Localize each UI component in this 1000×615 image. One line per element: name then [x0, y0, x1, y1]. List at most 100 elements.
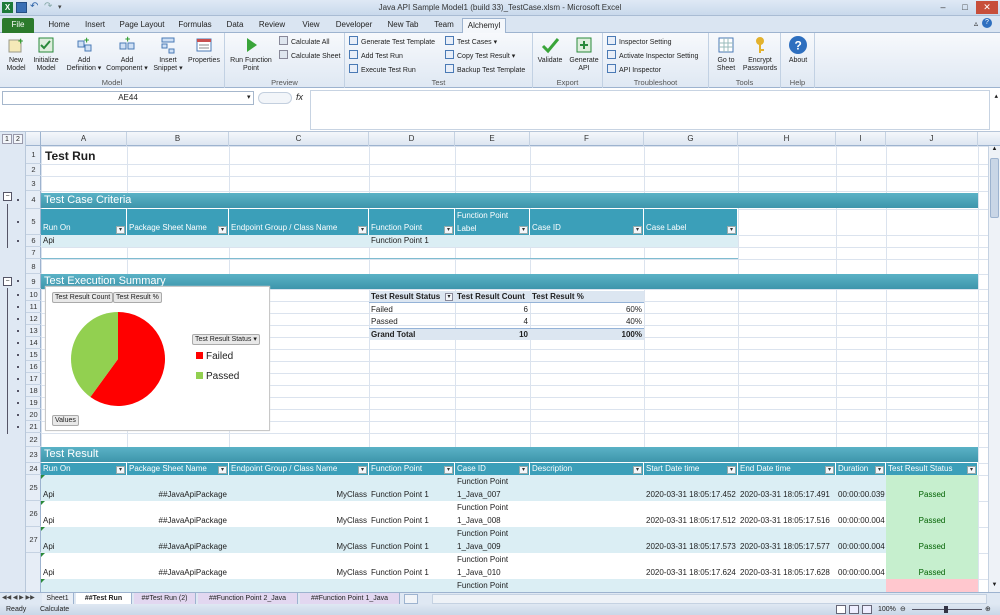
pivot-total-cell[interactable]: 10 — [455, 328, 530, 340]
properties-button[interactable]: Properties — [186, 35, 222, 65]
column-header-d[interactable]: D — [369, 132, 455, 146]
table-cell[interactable]: 2020-03-31 18:05:17.624 — [644, 566, 738, 579]
tab-view[interactable]: View — [294, 18, 328, 33]
table-cell[interactable]: 00:00:00.004 — [836, 514, 886, 527]
table-cell[interactable]: Function Point 1 — [369, 488, 455, 501]
pivot-filter-dropdown-icon[interactable]: ▾ — [445, 293, 453, 301]
page-layout-view-icon[interactable] — [849, 605, 859, 614]
backup-test-template-button[interactable]: Backup Test Template — [445, 64, 525, 76]
row-header-5[interactable]: 5 — [26, 209, 41, 235]
zoom-out-button[interactable]: ⊖ — [900, 604, 906, 615]
tab-file[interactable]: File — [2, 18, 34, 33]
test-cases-button[interactable]: Test Cases ▾ — [445, 36, 497, 48]
row-header-10[interactable]: 10 — [26, 289, 41, 301]
normal-view-icon[interactable] — [836, 605, 846, 614]
table-cell[interactable]: MyClass — [229, 566, 369, 579]
row-header-7[interactable]: 7 — [26, 247, 41, 259]
cell-grid[interactable]: Test Run Test Case Criteria Run On ▾ Packa… — [41, 146, 988, 592]
table-cell[interactable]: 00:00:00.039 — [836, 488, 886, 501]
tab-new-tab[interactable]: New Tab — [380, 18, 426, 33]
table-cell[interactable]: Passed — [886, 527, 978, 553]
case-id-cell[interactable]: Function Point 1_Java_009 — [455, 527, 530, 553]
table-cell[interactable]: 2020-03-31 18:05:17.573 — [644, 540, 738, 553]
tab-team[interactable]: Team — [428, 18, 460, 33]
pivot-cell[interactable]: 6 — [455, 304, 530, 316]
calculate-all-button[interactable]: Calculate All — [279, 36, 330, 48]
filter-dropdown-icon[interactable]: ▾ — [116, 466, 125, 474]
sheet-nav-arrows[interactable]: ◀◀ ◀ ▶ ▶▶ — [2, 593, 35, 604]
criteria-cell[interactable] — [530, 235, 644, 247]
inspector-setting-button[interactable]: Inspector Setting — [607, 36, 672, 48]
row-header-24[interactable]: 24 — [26, 463, 41, 475]
ribbon-minimize-icon[interactable]: ▵ — [974, 19, 978, 28]
column-header-f[interactable]: F — [530, 132, 644, 146]
tab-home[interactable]: Home — [42, 18, 76, 33]
table-cell[interactable]: 2020-03-31 18:05:17.516 — [738, 514, 836, 527]
row-header-26[interactable]: 26 — [26, 501, 41, 527]
row-header-16[interactable]: 16 — [26, 361, 41, 373]
column-header-b[interactable]: B — [127, 132, 229, 146]
row-header-25[interactable]: 25 — [26, 475, 41, 501]
row-header-11[interactable]: 11 — [26, 301, 41, 313]
row-header-21[interactable]: 21 — [26, 421, 41, 433]
table-row[interactable]: Function Point — [41, 579, 978, 592]
status-cell-failed[interactable] — [886, 579, 978, 592]
calculate-sheet-button[interactable]: Calculate Sheet — [279, 50, 340, 62]
tab-insert[interactable]: Insert — [78, 18, 112, 33]
row-header-27[interactable]: 27 — [26, 527, 41, 553]
filter-dropdown-icon[interactable]: ▾ — [519, 226, 528, 234]
execute-test-run-button[interactable]: Execute Test Run — [349, 64, 416, 76]
table-row[interactable]: Api ##JavaApiPackage MyClass Function Point… — [41, 475, 978, 501]
tab-formulas[interactable]: Formulas — [172, 18, 218, 33]
filter-dropdown-icon[interactable]: ▾ — [825, 466, 834, 474]
formula-input[interactable] — [310, 90, 990, 130]
table-cell[interactable]: Function Point 1 — [369, 514, 455, 527]
filter-dropdown-icon[interactable]: ▾ — [633, 466, 642, 474]
values-button[interactable]: Values — [52, 415, 79, 426]
table-cell[interactable]: ##JavaApiPackage — [127, 514, 229, 527]
maximize-button[interactable]: □ — [954, 1, 976, 14]
row-header-1[interactable]: 1 — [26, 146, 41, 164]
row-header-6[interactable]: 6 — [26, 235, 41, 247]
table-cell[interactable]: ##JavaApiPackage — [127, 488, 229, 501]
filter-dropdown-icon[interactable]: ▾ — [727, 466, 736, 474]
table-cell[interactable] — [530, 540, 644, 553]
add-test-run-button[interactable]: Add Test Run — [349, 50, 403, 62]
row-header-8[interactable]: 8 — [26, 259, 41, 274]
case-id-cell[interactable]: Function Point 1_Java_007 — [455, 475, 530, 501]
filter-dropdown-icon[interactable]: ▾ — [633, 226, 642, 234]
pivot-total-cell[interactable]: Grand Total — [369, 328, 455, 340]
table-cell[interactable]: Api — [41, 540, 127, 553]
criteria-cell[interactable]: Api — [41, 235, 127, 247]
scroll-thumb[interactable] — [990, 158, 999, 218]
tab-alchemyl[interactable]: Alchemyl — [462, 18, 506, 33]
filter-dropdown-icon[interactable]: ▾ — [218, 226, 227, 234]
table-cell[interactable]: 2020-03-31 18:05:17.491 — [738, 488, 836, 501]
criteria-cell[interactable] — [455, 235, 530, 247]
filter-dropdown-icon[interactable]: ▾ — [116, 226, 125, 234]
table-cell[interactable]: Function Point 1 — [369, 540, 455, 553]
table-cell[interactable]: Api — [41, 566, 127, 579]
add-component-button[interactable]: + Add Component ▾ — [106, 35, 148, 73]
horizontal-scrollbar[interactable] — [432, 594, 987, 604]
case-id-cell[interactable]: Function Point — [455, 579, 530, 592]
column-header-e[interactable]: E — [455, 132, 530, 146]
pivot-cell[interactable]: 60% — [530, 304, 644, 316]
row-header-20[interactable]: 20 — [26, 409, 41, 421]
add-definition-button[interactable]: + Add Definition ▾ — [64, 35, 104, 73]
select-all-corner[interactable] — [26, 132, 41, 146]
criteria-cell[interactable]: Function Point 1 — [369, 235, 455, 247]
filter-dropdown-icon[interactable]: ▾ — [358, 466, 367, 474]
table-cell[interactable]: Api — [41, 488, 127, 501]
formula-bar-expand-icon[interactable]: ▴ — [994, 92, 998, 100]
table-cell[interactable]: Passed — [886, 501, 978, 527]
row-header-9[interactable]: 9 — [26, 274, 41, 289]
criteria-cell[interactable] — [127, 235, 229, 247]
table-cell[interactable]: Passed — [886, 475, 978, 501]
table-cell[interactable]: MyClass — [229, 540, 369, 553]
copy-test-result-button[interactable]: Copy Test Result ▾ — [445, 50, 515, 62]
legend-field-button[interactable]: Test Result Status ▾ — [192, 334, 260, 345]
pie-chart[interactable]: Test Result Count Test Result % Test Res… — [45, 286, 270, 431]
filter-dropdown-icon[interactable]: ▾ — [444, 466, 453, 474]
table-cell[interactable] — [530, 566, 644, 579]
